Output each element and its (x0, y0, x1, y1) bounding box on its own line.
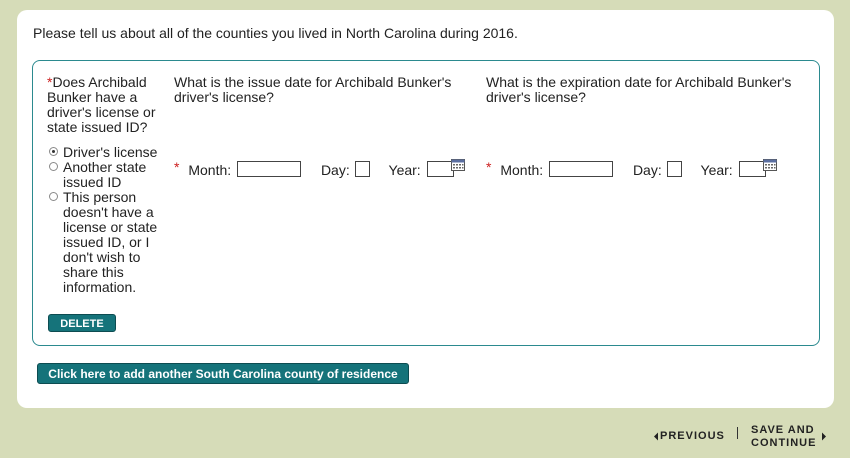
day-label: Day: (320, 162, 350, 178)
radio-button[interactable] (49, 147, 58, 156)
license-question-text: Does Archibald Bunker have a driver's li… (47, 74, 156, 135)
delete-button[interactable]: DELETE (48, 314, 116, 332)
issue-year-input[interactable] (426, 161, 454, 177)
license-radio-group: Driver's license Another state issued ID… (47, 145, 167, 295)
radio-option-no-license[interactable]: This person doesn't have a license or st… (47, 190, 167, 295)
issue-month-input[interactable] (237, 161, 302, 177)
radio-option-drivers-license[interactable]: Driver's license (47, 145, 167, 160)
radio-button[interactable] (49, 162, 58, 171)
month-label: Month: (188, 162, 232, 178)
previous-label: PREVIOUS (660, 430, 725, 442)
required-marker: * (486, 159, 492, 175)
year-label: Year: (388, 162, 421, 178)
radio-label: Driver's license (63, 144, 158, 160)
year-label: Year: (700, 162, 733, 178)
save-label-line2: CONTINUE (751, 437, 817, 449)
radio-option-state-id[interactable]: Another state issued ID (47, 160, 167, 190)
radio-label: This person doesn't have a license or st… (63, 189, 158, 295)
issue-date-section: What is the issue date for Archibald Bun… (174, 74, 474, 178)
expiration-date-question: What is the expiration date for Archibal… (486, 74, 792, 105)
chevron-right-icon (822, 432, 826, 441)
intro-text: Please tell us about all of the counties… (33, 25, 518, 41)
save-label-line1: SAVE AND (751, 424, 815, 436)
required-marker: * (174, 159, 180, 175)
license-question: *Does Archibald Bunker have a driver's l… (47, 75, 167, 135)
expiration-month-input[interactable] (549, 161, 614, 177)
issue-day-input[interactable] (354, 161, 370, 177)
month-label: Month: (500, 162, 544, 178)
expiration-date-section: What is the expiration date for Archibal… (486, 74, 806, 179)
issue-date-row: * Month: Day: Year: (174, 159, 454, 181)
radio-button[interactable] (49, 192, 58, 201)
calendar-icon[interactable] (763, 159, 777, 171)
nav-divider (737, 427, 738, 439)
expiration-date-row: * Month: Day: Year: (486, 159, 766, 181)
day-label: Day: (632, 162, 662, 178)
chevron-left-icon (654, 432, 658, 441)
issue-date-question: What is the issue date for Archibald Bun… (174, 74, 452, 105)
county-entry-box: * Does Archibald Bunker have a driver's l… (32, 60, 820, 346)
expiration-day-input[interactable] (666, 161, 682, 177)
expiration-year-input[interactable] (738, 161, 766, 177)
radio-label: Another state issued ID (63, 159, 147, 190)
calendar-icon[interactable] (451, 159, 465, 171)
form-panel: Please tell us about all of the counties… (17, 10, 834, 408)
add-county-button[interactable]: Click here to add another South Carolina… (37, 363, 409, 384)
